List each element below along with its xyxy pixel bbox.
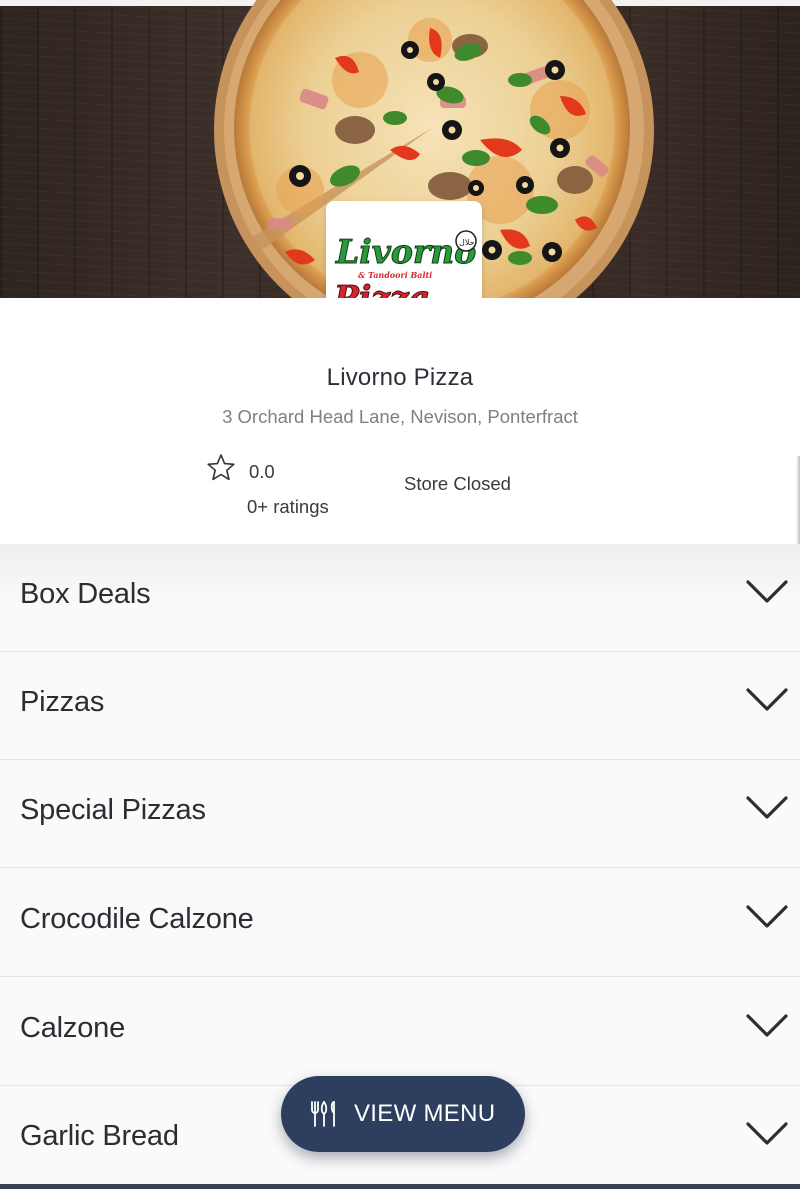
view-menu-button[interactable]: VIEW MENU [281,1076,525,1152]
category-row-box-deals[interactable]: Box Deals [0,544,800,652]
store-page: Livorno & Tandoori Balti Pizza حلال Livo… [0,0,800,1189]
category-row-pizzas[interactable]: Pizzas [0,652,800,760]
category-label: Garlic Bread [20,1120,179,1152]
cutlery-icon [311,1101,335,1127]
category-label: Calzone [20,1012,125,1044]
chevron-down-icon[interactable] [745,1012,789,1040]
bottom-edge [0,1184,800,1189]
star-icon [207,454,235,481]
category-row-calzone[interactable]: Calzone [0,978,800,1086]
store-info: Livorno Pizza 3 Orchard Head Lane, Nevis… [0,298,800,768]
store-status: Store Closed [404,473,511,494]
store-address: 3 Orchard Head Lane, Nevison, Ponterfrac… [222,406,578,427]
chevron-down-icon[interactable] [745,903,789,931]
svg-text:حلال: حلال [459,238,475,247]
category-label: Box Deals [20,578,151,610]
chevron-down-icon[interactable] [745,686,789,714]
rating-value: 0.0 [249,461,275,482]
rating-count: 0+ ratings [247,496,329,517]
chevron-down-icon[interactable] [745,794,789,822]
category-row-special-pizzas[interactable]: Special Pizzas [0,760,800,868]
logo-line1: Livorno [335,232,476,271]
chevron-down-icon[interactable] [745,1120,789,1148]
category-label: Special Pizzas [20,794,206,826]
chevron-down-icon[interactable] [745,578,789,606]
category-label: Crocodile Calzone [20,903,254,935]
store-name: Livorno Pizza [326,364,474,391]
category-label: Pizzas [20,686,105,718]
view-menu-label: VIEW MENU [354,1100,496,1127]
category-row-crocodile-calzone[interactable]: Crocodile Calzone [0,869,800,977]
